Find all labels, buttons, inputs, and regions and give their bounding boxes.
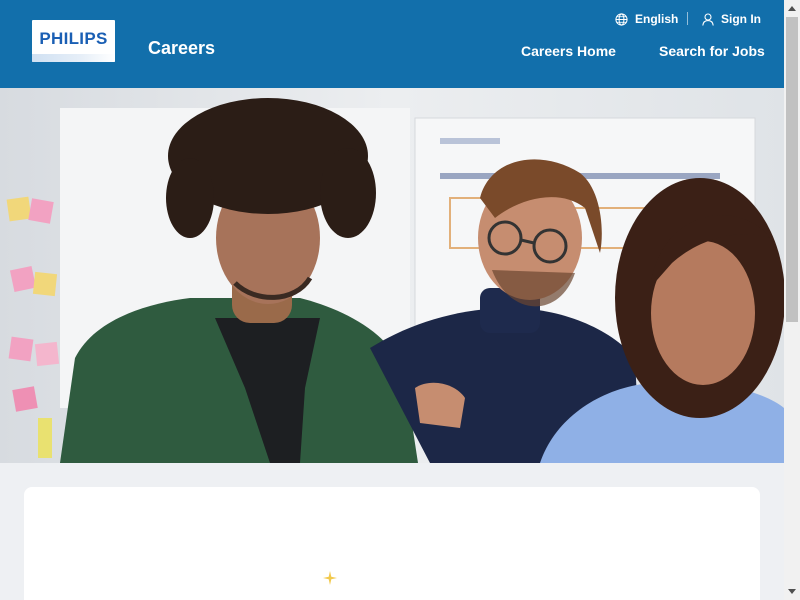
scrollbar-thumb[interactable] xyxy=(786,17,798,322)
logo-band xyxy=(32,54,115,62)
site-header: PHILIPS Careers English Sign In Careers … xyxy=(0,0,784,88)
user-icon xyxy=(702,12,714,26)
content-card xyxy=(24,487,760,600)
page: PHILIPS Careers English Sign In Careers … xyxy=(0,0,800,600)
scroll-up-arrow[interactable] xyxy=(784,0,800,16)
chevron-down-icon xyxy=(788,589,796,594)
vertical-scrollbar[interactable] xyxy=(784,0,800,600)
chevron-up-icon xyxy=(788,6,796,11)
header-divider xyxy=(687,12,688,25)
nav-search-for-jobs[interactable]: Search for Jobs xyxy=(659,43,765,59)
scroll-down-arrow[interactable] xyxy=(784,584,800,600)
philips-logo[interactable]: PHILIPS xyxy=(32,20,115,62)
nav-careers-home[interactable]: Careers Home xyxy=(521,43,616,59)
language-label: English xyxy=(635,12,679,26)
globe-icon xyxy=(615,12,628,26)
sign-in-link[interactable]: Sign In xyxy=(702,11,761,27)
sign-in-label: Sign In xyxy=(721,12,761,26)
sparkle-icon xyxy=(323,571,337,585)
site-title[interactable]: Careers xyxy=(148,38,215,59)
hero-image xyxy=(0,88,784,463)
language-selector[interactable]: English xyxy=(615,11,678,27)
hero-photo xyxy=(0,88,784,463)
logo-text: PHILIPS xyxy=(39,29,108,48)
